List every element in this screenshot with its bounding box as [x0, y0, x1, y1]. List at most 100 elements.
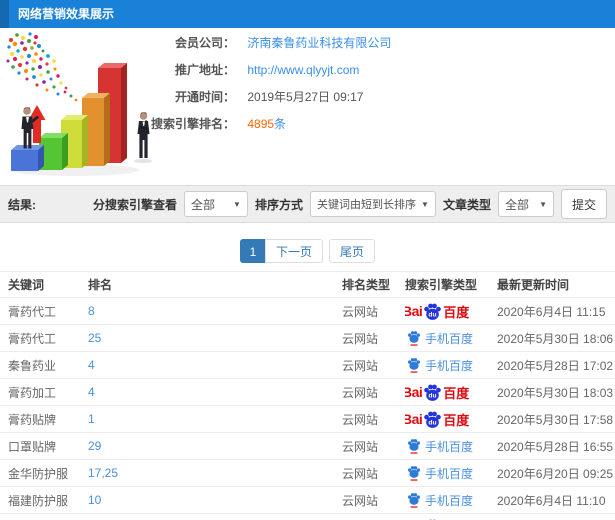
rank-type-cell: 云网站 — [342, 466, 379, 481]
chevron-down-icon: ▼ — [539, 199, 547, 209]
mobile-baidu-logo: 手机百度 — [407, 357, 473, 374]
table-row: 福建防护服 10 云网站 手机百度 2020年6月4日 11:10 — [0, 487, 615, 514]
chevron-down-icon: ▼ — [233, 199, 241, 209]
member-company-label: 会员公司： — [174, 36, 235, 50]
keyword-cell: 金华防护服 — [8, 466, 69, 481]
rank-type-cell: 云网站 — [342, 331, 379, 346]
update-time-cell: 2020年5月30日 18:03 — [497, 385, 614, 400]
baidu-paw-icon — [408, 331, 420, 346]
table-row: 秦鲁药业 4 云网站 手机百度 2020年5月28日 17:02 — [0, 352, 615, 379]
page-title: 网络营销效果展示 — [18, 7, 115, 21]
engine-rank-value: 4895条 — [247, 117, 286, 131]
table-row: 膏药代工 25 云网站 手机百度 2020年5月30日 18:06 — [0, 325, 615, 352]
baidu-paw-icon — [408, 466, 420, 481]
rank-type-cell: 云网站 — [342, 412, 379, 427]
filter-controls: 分搜索引擎查看 全部 ▼ 排序方式 关键词由短到长排序 ▼ 文章类型 全部 ▼ … — [93, 189, 615, 219]
member-company-row: 会员公司： 济南秦鲁药业科技有限公司 — [0, 34, 391, 52]
rank-type-cell: 云网站 — [342, 493, 379, 508]
engine-rank-row: 搜索引擎排名： 4895条 — [0, 115, 286, 133]
baidu-logo: Bai du 百度 — [405, 384, 470, 401]
rank-link[interactable]: 4 — [88, 358, 95, 372]
engine-filter-label: 分搜索引擎查看 — [92, 197, 177, 212]
rank-link[interactable]: 10 — [88, 493, 101, 507]
table-row-partial: Bai du 百度 — [0, 514, 615, 520]
keyword-cell: 膏药贴牌 — [8, 412, 57, 427]
mobile-baidu-logo: 手机百度 — [407, 465, 473, 482]
rank-type-cell: 云网站 — [342, 385, 379, 400]
keyword-cell: 膏药代工 — [8, 331, 57, 346]
rank-count: 4895 — [247, 117, 275, 131]
bar-blue — [11, 145, 44, 171]
baidu-logo: Bai du 百度 — [405, 303, 470, 320]
baidu-paw-icon — [408, 493, 420, 508]
baidu-paw-icon — [408, 358, 420, 373]
page-1-button[interactable]: 1 — [239, 239, 266, 263]
header-rank-type: 排名类型 — [342, 278, 391, 292]
next-page-button[interactable]: 下一页 — [264, 239, 323, 263]
update-time-cell: 2020年5月30日 17:58 — [497, 412, 614, 427]
table-row: 膏药贴牌 1 云网站 Bai du 百度 2020年5月30日 17:58 — [0, 406, 615, 433]
baidu-paw-icon: du — [424, 384, 442, 401]
article-type-value: 全部 — [504, 197, 529, 212]
article-type-select[interactable]: 全部 ▼ — [497, 191, 554, 217]
rank-link[interactable]: 1 — [88, 412, 95, 426]
keyword-rank-table: 关键词 排名 排名类型 搜索引擎类型 最新更新时间 膏药代工 8 云网站 Bai… — [0, 271, 615, 520]
svg-text:du: du — [429, 392, 437, 399]
promo-url-link[interactable]: http://www.qlyyjt.com — [247, 63, 359, 77]
last-page-button[interactable]: 尾页 — [329, 239, 376, 263]
chevron-down-icon: ▼ — [421, 199, 429, 209]
rank-link[interactable]: 4 — [88, 385, 95, 399]
article-type-label: 文章类型 — [442, 197, 491, 212]
header-update-time: 最新更新时间 — [497, 278, 570, 292]
update-time-cell: 2020年6月4日 11:15 — [497, 304, 606, 319]
keyword-cell: 膏药加工 — [8, 385, 57, 400]
result-label: 结果: — [8, 197, 36, 212]
table-row: 金华防护服 17,25 云网站 手机百度 2020年6月20日 09:25 — [0, 460, 615, 487]
update-time-cell: 2020年5月28日 16:55 — [497, 439, 614, 454]
baidu-paw-icon: du — [424, 303, 442, 320]
promo-url-label: 推广地址： — [174, 63, 235, 77]
table-header-row: 关键词 排名 排名类型 搜索引擎类型 最新更新时间 — [0, 271, 615, 298]
submit-button-label: 提交 — [571, 197, 596, 212]
rank-link[interactable]: 29 — [88, 439, 101, 453]
update-time-cell: 2020年6月20日 09:25 — [497, 466, 614, 481]
rank-type-cell: 云网站 — [342, 304, 379, 319]
header-rank: 排名 — [88, 278, 113, 292]
baidu-paw-icon: du — [424, 411, 442, 428]
keyword-cell: 膏药代工 — [8, 304, 57, 319]
open-time-value: 2019年5月27日 09:17 — [247, 90, 364, 104]
keyword-cell: 福建防护服 — [8, 493, 69, 508]
keyword-cell: 口罩贴牌 — [8, 439, 57, 454]
engine-rank-label: 搜索引擎排名： — [150, 117, 235, 131]
open-time-label: 开通时间： — [174, 90, 235, 104]
titlebar: 网络营销效果展示 — [0, 0, 615, 28]
table-row: 膏药加工 4 云网站 Bai du 百度 2020年5月30日 18:03 — [0, 379, 615, 406]
keyword-cell: 秦鲁药业 — [8, 358, 57, 373]
update-time-cell: 2020年6月4日 11:10 — [497, 493, 606, 508]
mobile-baidu-logo: 手机百度 — [407, 492, 473, 509]
update-time-cell: 2020年5月28日 17:02 — [497, 358, 614, 373]
rank-type-cell: 云网站 — [342, 358, 379, 373]
submit-button[interactable]: 提交 — [560, 189, 607, 219]
rank-link[interactable]: 17,25 — [88, 466, 118, 480]
engine-filter-select[interactable]: 全部 ▼ — [183, 191, 248, 217]
svg-text:du: du — [429, 311, 437, 318]
svg-text:du: du — [429, 419, 437, 426]
engine-filter-value: 全部 — [190, 197, 215, 212]
table-row: 膏药代工 8 云网站 Bai du 百度 2020年6月4日 11:15 — [0, 298, 615, 325]
filter-bar: 结果: 分搜索引擎查看 全部 ▼ 排序方式 关键词由短到长排序 ▼ 文章类型 全… — [0, 185, 615, 223]
bar-chart-illustration — [6, 32, 152, 176]
baidu-logo: Bai du 百度 — [405, 411, 470, 428]
rank-link[interactable]: 8 — [88, 304, 95, 318]
member-company-link[interactable]: 济南秦鲁药业科技有限公司 — [247, 36, 391, 50]
sort-filter-select[interactable]: 关键词由短到长排序 ▼ — [309, 191, 436, 217]
header-keyword: 关键词 — [8, 278, 45, 292]
rank-type-cell: 云网站 — [342, 439, 379, 454]
sort-filter-label: 排序方式 — [254, 197, 303, 212]
rank-unit: 条 — [274, 117, 287, 131]
header-engine-type: 搜索引擎类型 — [405, 278, 478, 292]
update-time-cell: 2020年5月30日 18:06 — [497, 331, 614, 346]
rank-link[interactable]: 25 — [88, 331, 101, 345]
pagination: 1 下一页 尾页 — [0, 239, 615, 263]
marketing-report-page: 网络营销效果展示 会员公司： 济南秦鲁药业科技有限公司 推广地址： http:/… — [0, 0, 615, 520]
